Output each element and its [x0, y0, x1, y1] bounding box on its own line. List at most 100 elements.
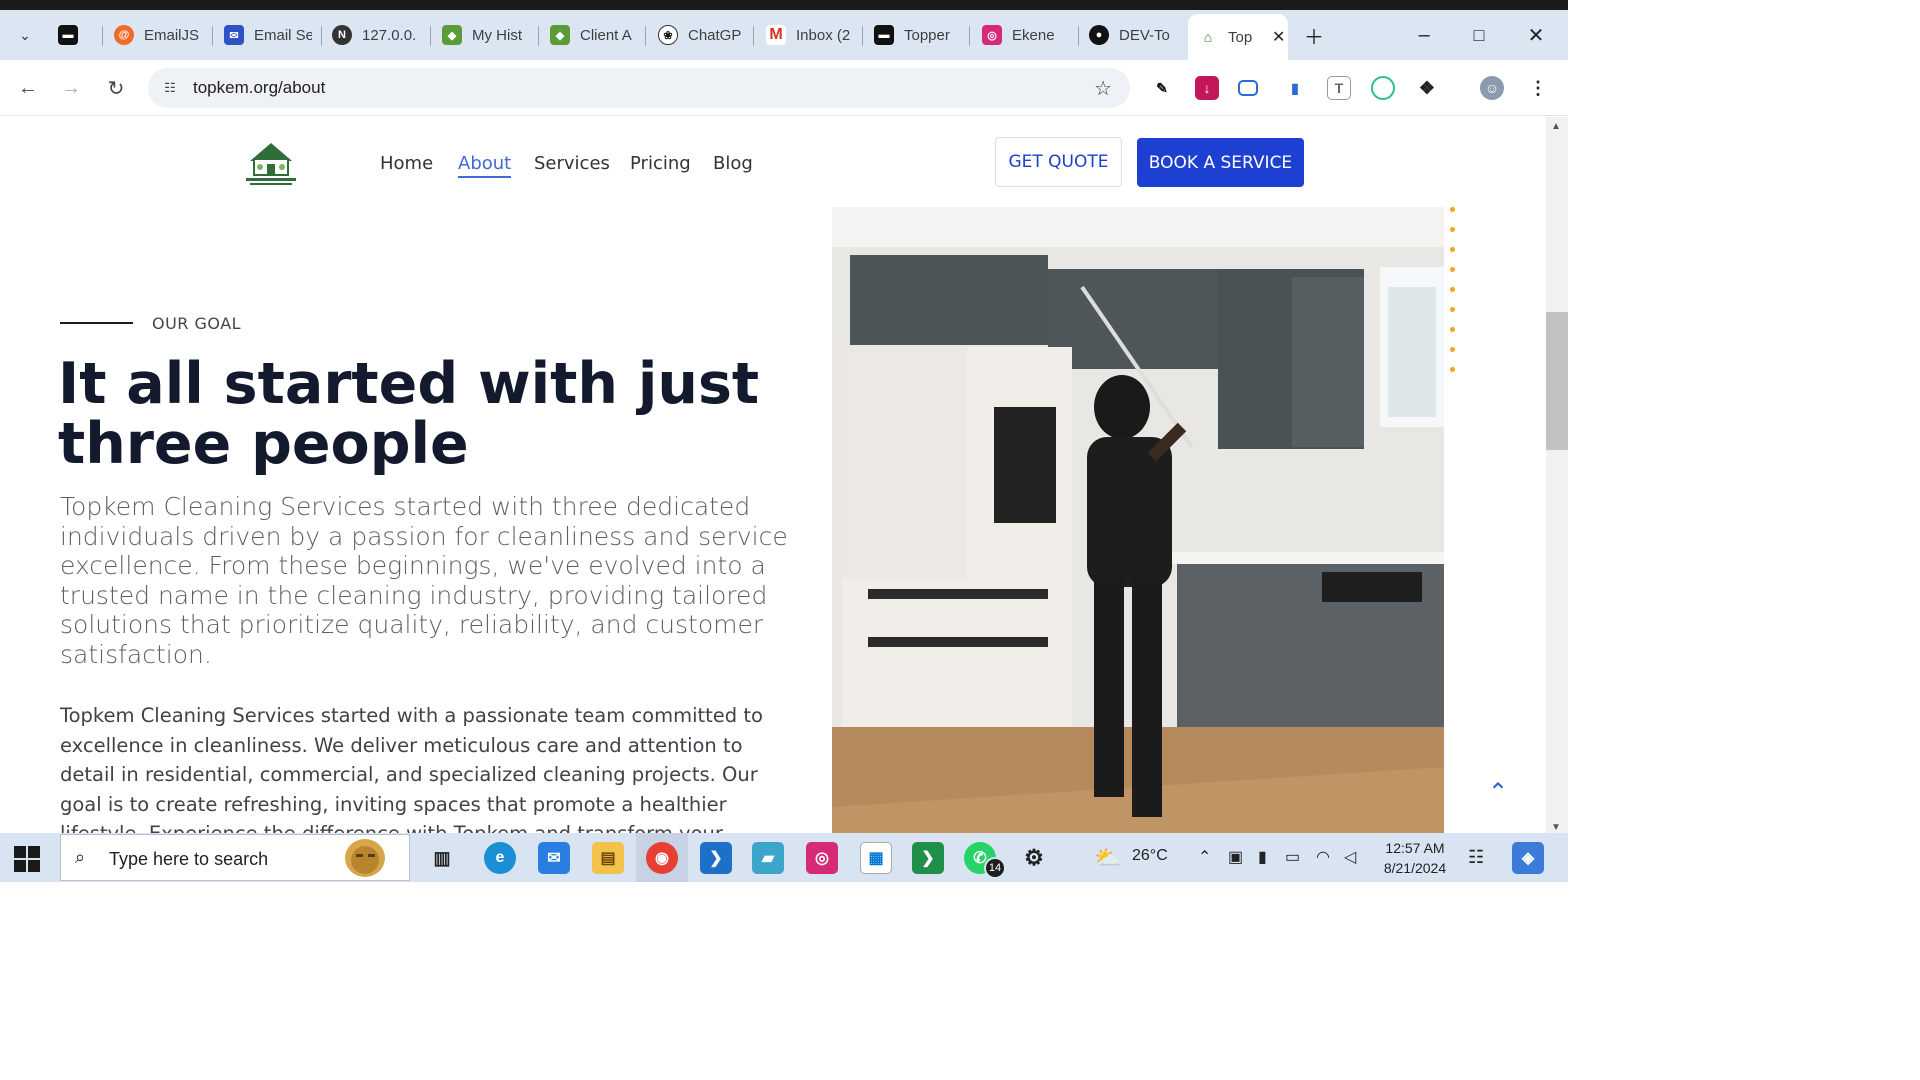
maximize-button[interactable]: □ [1464, 20, 1494, 50]
search-placeholder[interactable]: Type here to search [109, 849, 268, 870]
minimize-button[interactable]: – [1409, 20, 1439, 50]
new-tab-button[interactable]: ＋ [1299, 20, 1329, 50]
tab-separator [862, 26, 863, 46]
tab-topper-pinned[interactable]: ▬ [58, 18, 98, 52]
show-hidden-icons-chevron-icon[interactable]: ⌃ [1198, 847, 1211, 867]
eyebrow-divider [60, 322, 133, 324]
nav-blog[interactable]: Blog [713, 153, 753, 174]
edge-browser-icon[interactable]: e [484, 842, 516, 874]
tab-separator [102, 26, 103, 46]
africa-map-icon: ◆ [442, 25, 462, 45]
search-highlight-icon[interactable] [341, 837, 389, 879]
file-explorer-icon[interactable]: ▤ [592, 842, 624, 874]
search-icon: ⌕ [75, 847, 86, 867]
windows-start-icon[interactable] [14, 846, 40, 872]
gmail-icon: M [766, 25, 786, 45]
reload-button[interactable]: ↻ [102, 74, 130, 102]
address-bar[interactable]: ☷ topkem.org/about ☆ [148, 68, 1130, 108]
site-info-icon[interactable]: ☷ [160, 78, 180, 98]
topper-icon: ▬ [58, 25, 78, 45]
cleaner-kitchen-photo [832, 207, 1444, 833]
tab-separator [321, 26, 322, 46]
copilot-icon[interactable]: ◈ [1512, 842, 1544, 874]
back-button[interactable]: ← [14, 74, 42, 102]
weather-cloud-sun-icon[interactable]: ⛅ [1092, 842, 1124, 874]
screen-capture-extension-icon[interactable] [1238, 80, 1258, 96]
africa-map-icon: ◆ [550, 25, 570, 45]
mail-app-icon[interactable]: ✉ [538, 842, 570, 874]
meet-now-icon[interactable]: ▣ [1228, 847, 1243, 867]
book-service-button[interactable]: BOOK A SERVICE [1137, 138, 1304, 187]
task-view-icon[interactable]: ▥ [426, 842, 458, 874]
extensions-puzzle-icon[interactable]: ❖ [1415, 76, 1439, 100]
tab-gmail-inbox[interactable]: M Inbox (2 [766, 18, 852, 52]
tab-emailjs[interactable]: @ EmailJS [114, 18, 210, 52]
bookmark-star-icon[interactable]: ☆ [1094, 76, 1112, 101]
nav-services[interactable]: Services [534, 153, 610, 174]
wifi-icon[interactable]: ◠ [1316, 847, 1330, 867]
whatsapp-notification-badge: 14 [984, 857, 1006, 879]
url-text[interactable]: topkem.org/about [193, 78, 325, 98]
volume-icon[interactable]: ◁ [1344, 847, 1356, 867]
profile-avatar[interactable]: ☺ [1480, 76, 1504, 100]
decorative-dots [1449, 207, 1457, 377]
scrollbar-thumb[interactable] [1546, 312, 1568, 450]
tab-separator [645, 26, 646, 46]
instagram-app-icon[interactable]: ◎ [806, 842, 838, 874]
tab-my-history[interactable]: ◆ My Hist [442, 18, 526, 52]
clock-time: 12:57 AM [1385, 840, 1445, 856]
instagram-icon: ◎ [982, 25, 1002, 45]
system-clock[interactable]: 12:57 AM 8/21/2024 [1370, 838, 1460, 878]
email-service-icon: ✉ [224, 25, 244, 45]
text-extension-icon[interactable]: T [1327, 76, 1351, 100]
notes-app-icon[interactable]: ▰ [752, 842, 784, 874]
nav-about[interactable]: About [458, 153, 512, 178]
close-window-button[interactable]: ✕ [1521, 20, 1551, 50]
nav-home[interactable]: Home [380, 153, 433, 174]
microphone-icon[interactable]: ▮ [1258, 847, 1267, 867]
chatgpt-icon: ❀ [658, 25, 678, 45]
tab-topper[interactable]: ▬ Topper [874, 18, 954, 52]
taskbar-search-box[interactable]: ⌕ Type here to search [60, 834, 410, 881]
topkem-icon: ⌂ [1198, 27, 1218, 47]
github-icon: ● [1089, 25, 1109, 45]
back-to-top-chevron-icon[interactable]: ⌃ [1480, 777, 1516, 807]
title-bar-strip [0, 0, 1568, 10]
nav-pricing[interactable]: Pricing [630, 153, 691, 174]
tab-github[interactable]: ● DEV-To [1089, 18, 1173, 52]
scroll-up-arrow-icon[interactable]: ▲ [1551, 121, 1561, 132]
page-scrollbar[interactable]: ▲ ▼ [1546, 117, 1568, 833]
windows-taskbar: ⌕ Type here to search ▥ e ✉ ▤ ◉ ❯ ▰ ◎ ▦ … [0, 833, 1568, 882]
topkem-logo[interactable] [240, 137, 302, 187]
tab-email-service[interactable]: ✉ Email Se [224, 18, 312, 52]
settings-gear-icon[interactable]: ⚙ [1018, 842, 1050, 874]
scroll-down-arrow-icon[interactable]: ▼ [1551, 822, 1561, 833]
weather-temperature[interactable]: 26°C [1132, 847, 1168, 865]
grammar-extension-icon[interactable] [1371, 76, 1395, 100]
eyebrow-label: OUR GOAL [152, 314, 242, 333]
microsoft-store-icon[interactable]: ▦ [860, 842, 892, 874]
get-quote-button[interactable]: GET QUOTE [995, 137, 1122, 187]
tab-topkem-active[interactable]: ⌂ Top ✕ [1188, 14, 1288, 60]
page-heading: It all started with just three people [58, 351, 760, 477]
vscode-insiders-icon[interactable]: ❯ [912, 842, 944, 874]
tab-separator [212, 26, 213, 46]
browser-menu-icon[interactable]: ⋮ [1526, 76, 1550, 100]
vscode-icon[interactable]: ❯ [700, 842, 732, 874]
notification-center-icon[interactable]: ☷ [1468, 847, 1484, 868]
clock-date: 8/21/2024 [1383, 860, 1447, 876]
tab-localhost[interactable]: N 127.0.0. [332, 18, 416, 52]
tab-search-button[interactable]: ⌄ [10, 20, 40, 50]
body-paragraph: Topkem Cleaning Services started with a … [60, 704, 763, 833]
tab-instagram[interactable]: ◎ Ekene [982, 18, 1068, 52]
download-extension-icon[interactable]: ↓ [1195, 76, 1219, 100]
clipboard-extension-icon[interactable]: ▮ [1283, 76, 1307, 100]
forward-button[interactable]: → [57, 74, 85, 102]
tab-chatgpt[interactable]: ❀ ChatGP [658, 18, 742, 52]
close-tab-icon[interactable]: ✕ [1272, 27, 1285, 47]
browser-tab-strip: ⌄ ▬ @ EmailJS ✉ Email Se N 127.0.0. ◆ My… [0, 0, 1568, 60]
eyedropper-extension-icon[interactable]: ✎ [1150, 76, 1174, 100]
tab-client-a[interactable]: ◆ Client A [550, 18, 634, 52]
chrome-browser-icon[interactable]: ◉ [646, 842, 678, 874]
battery-icon[interactable]: ▭ [1285, 847, 1300, 867]
